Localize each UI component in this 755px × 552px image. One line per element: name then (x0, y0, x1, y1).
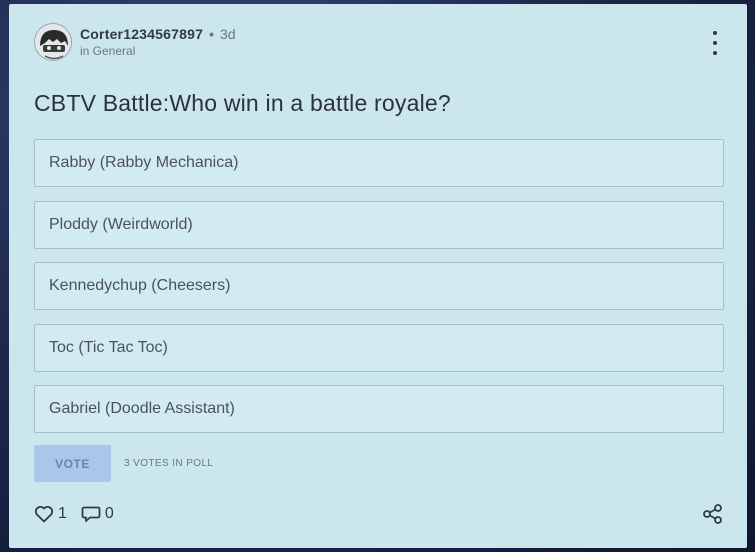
like-count: 1 (58, 505, 67, 522)
author-name[interactable]: Corter1234567897 (80, 26, 203, 42)
post-footer: 1 0 (34, 502, 724, 526)
post-age: 3d (219, 26, 236, 42)
vote-count: 3 VOTES IN POLL (124, 458, 214, 469)
vote-button[interactable]: VOTE (34, 445, 111, 482)
post-category[interactable]: in General (80, 44, 236, 58)
share-icon (703, 504, 722, 524)
post-card: Corter1234567897 • 3d in General CBTV Ba… (9, 4, 747, 548)
share-button[interactable] (702, 504, 724, 529)
comment-icon (81, 506, 101, 522)
poll-option[interactable]: Gabriel (Doodle Assistant) (34, 385, 724, 433)
poll-option[interactable]: Kennedychup (Cheesers) (34, 262, 724, 310)
poll-options: Rabby (Rabby Mechanica) Ploddy (Weirdwor… (34, 139, 724, 447)
poll-option[interactable]: Rabby (Rabby Mechanica) (34, 139, 724, 187)
vote-row: VOTE 3 VOTES IN POLL (34, 445, 213, 482)
poll-option-label: Ploddy (Weirdworld) (49, 215, 193, 233)
poll-option-label: Gabriel (Doodle Assistant) (49, 400, 235, 417)
post-title[interactable]: CBTV Battle:Who win in a battle royale? (34, 90, 451, 117)
avatar[interactable] (34, 23, 72, 61)
comment-count: 0 (104, 505, 114, 522)
poll-option[interactable]: Toc (Tic Tac Toc) (34, 323, 724, 372)
comment-button[interactable]: 0 (81, 505, 114, 523)
poll-option-label: Toc (Tic Tac Toc) (49, 338, 168, 356)
avatar-image (35, 24, 71, 60)
separator-dot: • (209, 26, 214, 42)
poll-option-label: Rabby (Rabby Mechanica) (49, 154, 239, 171)
like-button[interactable]: 1 (34, 505, 67, 523)
poll-option-label: Kennedychup (Cheesers) (49, 277, 231, 294)
heart-icon (34, 506, 54, 523)
poll-option[interactable]: Ploddy (Weirdworld) (34, 200, 724, 249)
post-header: Corter1234567897 • 3d in General (34, 22, 236, 62)
kebab-menu-icon[interactable] (707, 31, 723, 55)
